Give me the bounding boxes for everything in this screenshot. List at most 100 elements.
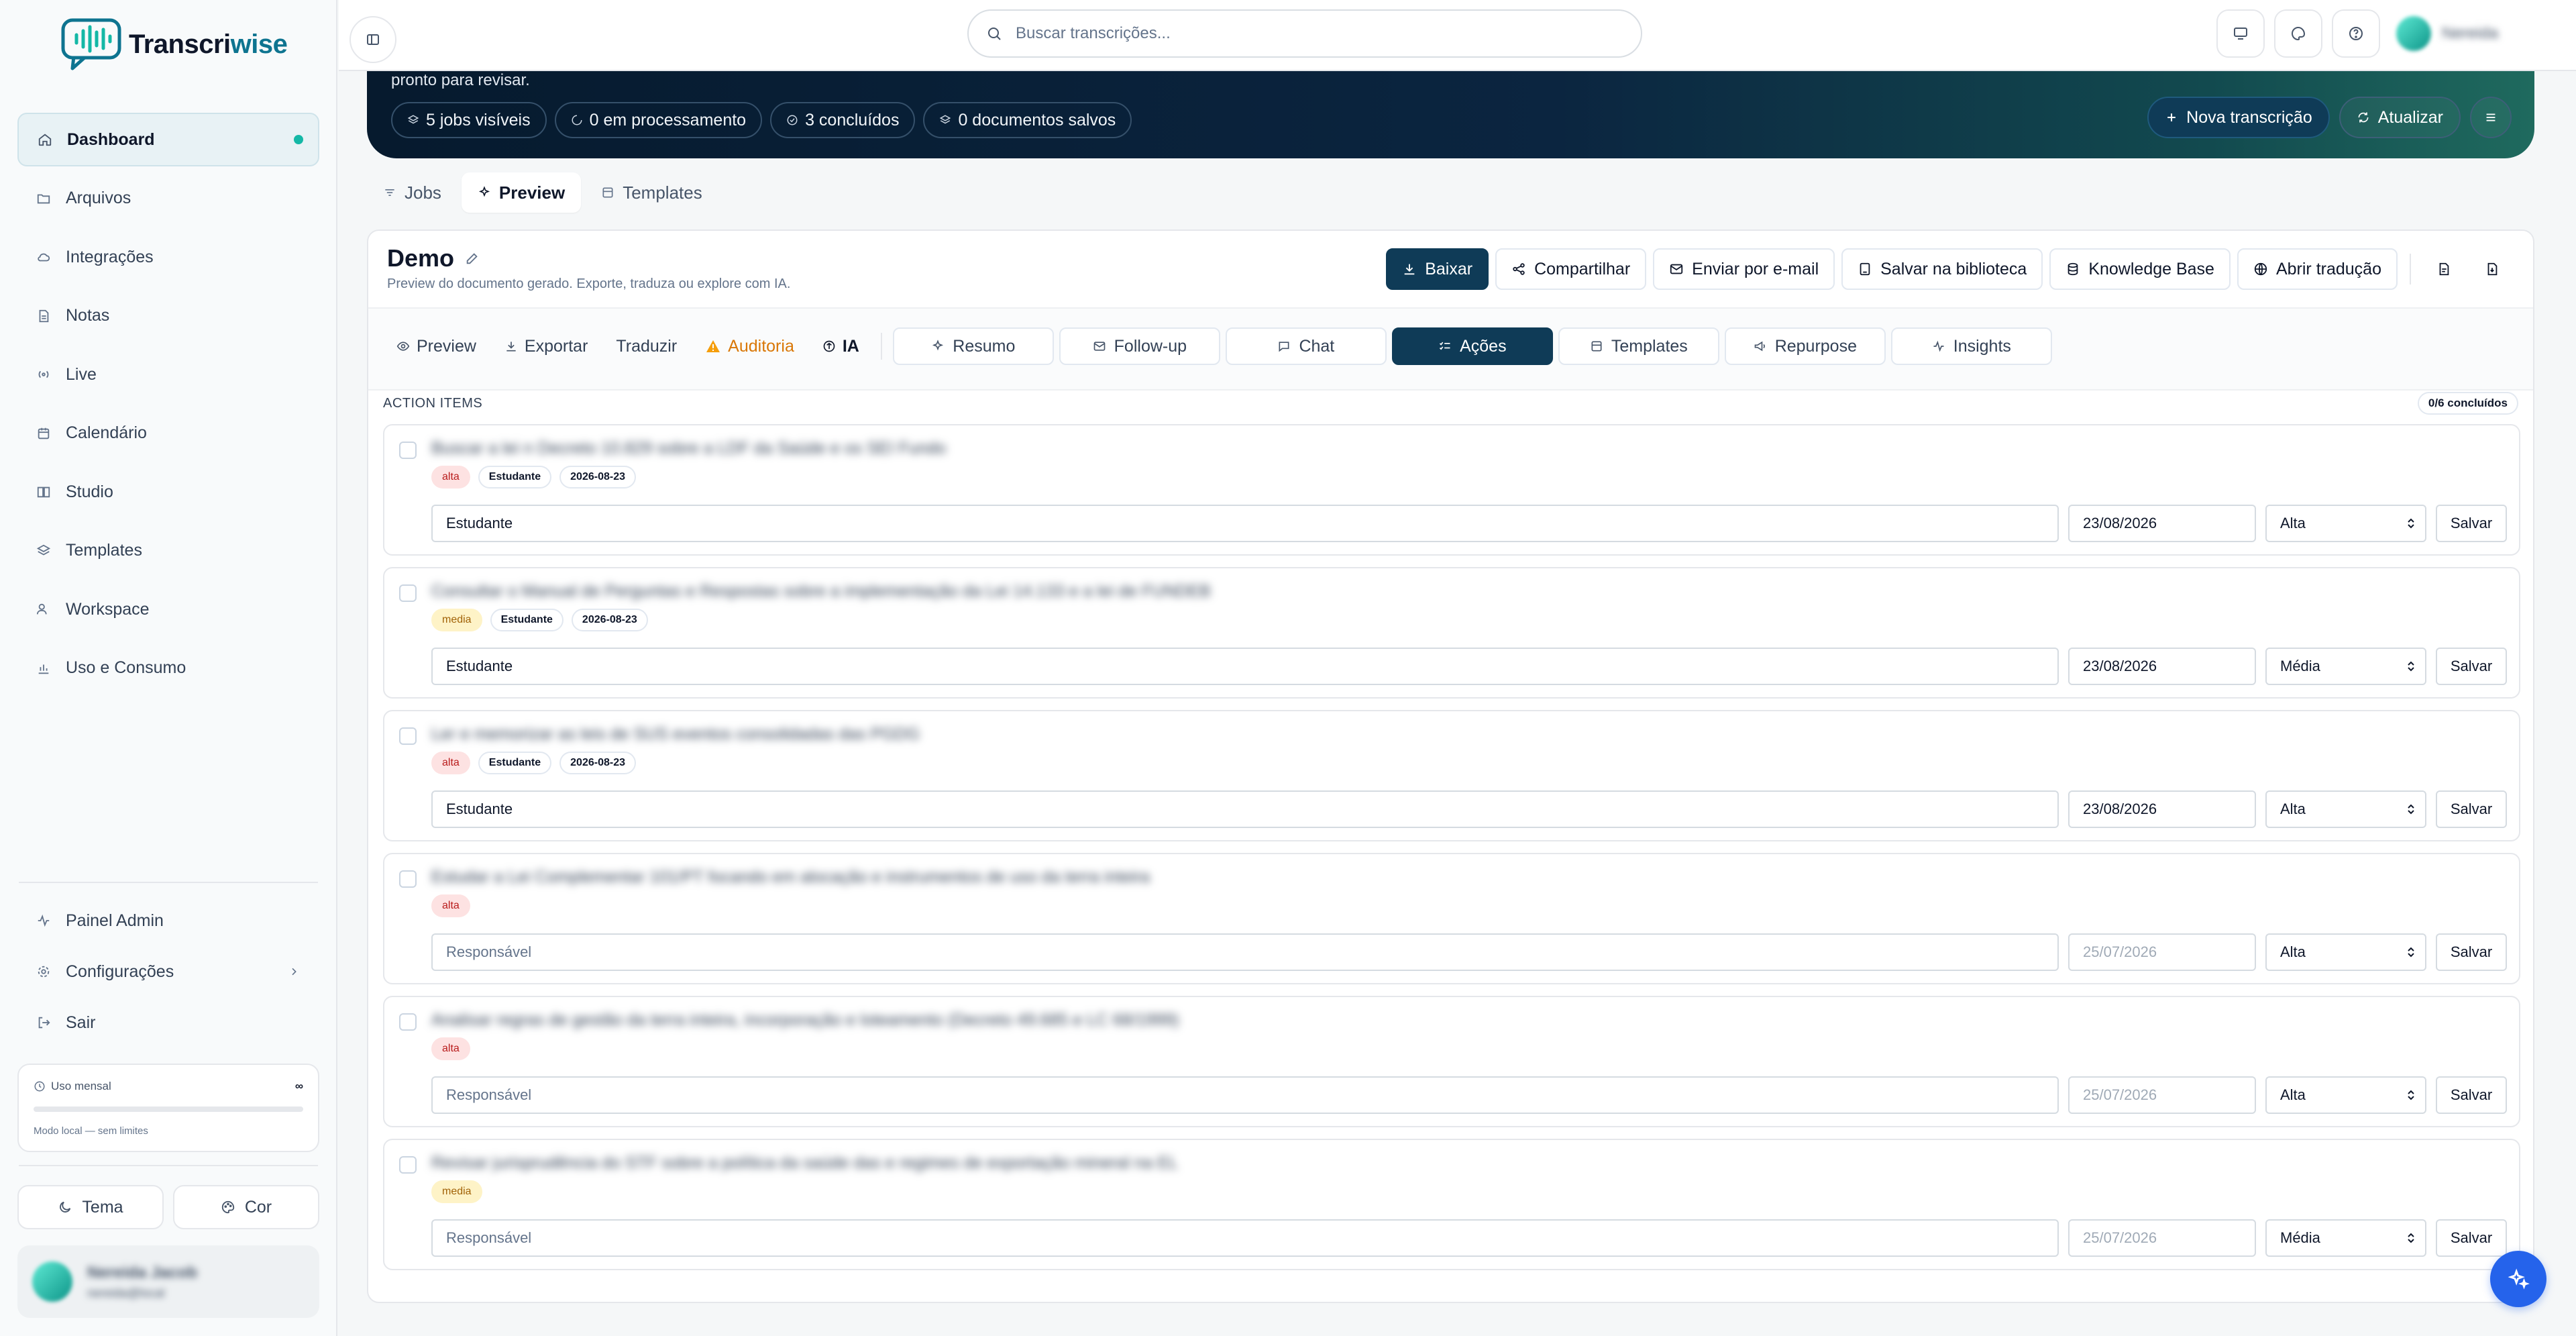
save-button[interactable]: Salvar (2436, 648, 2507, 685)
complete-checkbox[interactable] (399, 584, 417, 602)
complete-checkbox[interactable] (399, 1156, 417, 1174)
user-menu[interactable]: Nereida (2390, 9, 2524, 58)
export-doc-button[interactable] (2423, 248, 2465, 290)
sidebar-item-uso-consumo[interactable]: Uso e Consumo (17, 641, 319, 695)
subtab-resumo[interactable]: Resumo (892, 327, 1054, 365)
save-button[interactable]: Salvar (2436, 790, 2507, 828)
subtab-acoes[interactable]: Ações (1391, 327, 1553, 365)
action-item-title: Estudar a Lei Complementar 101/PT focand… (431, 868, 1150, 886)
monitor-button[interactable] (2216, 9, 2265, 58)
tab-preview[interactable]: Preview (461, 172, 582, 213)
subtab-chat[interactable]: Chat (1225, 327, 1387, 365)
action-item-title: Consultar o Manual de Perguntas e Respos… (431, 582, 1211, 601)
search-input[interactable]: Buscar transcrições... (967, 9, 1642, 58)
responsible-input[interactable]: Estudante (431, 790, 2059, 828)
complete-checkbox[interactable] (399, 870, 417, 888)
sidebar-item-label: Dashboard (67, 130, 155, 149)
sidebar-toggle-button[interactable] (350, 16, 396, 63)
sidebar-item-arquivos[interactable]: Arquivos (17, 172, 319, 225)
sidebar-item-admin[interactable]: Painel Admin (17, 895, 319, 946)
tab-jobs[interactable]: Jobs (367, 172, 458, 213)
layers-icon (36, 544, 51, 558)
sidebar-item-notas[interactable]: Notas (17, 289, 319, 343)
share-button[interactable]: Compartilhar (1495, 248, 1647, 290)
priority-select[interactable]: Alta (2265, 790, 2426, 828)
complete-checkbox[interactable] (399, 727, 417, 745)
due-date-input[interactable]: 23/08/2026 (2068, 648, 2256, 685)
complete-checkbox[interactable] (399, 1013, 417, 1031)
sidebar-item-templates[interactable]: Templates (17, 524, 319, 578)
menu-button[interactable] (2470, 97, 2512, 138)
subtab-audit[interactable]: Auditoria (693, 327, 806, 365)
divider (880, 333, 882, 360)
download-button[interactable]: Baixar (1386, 248, 1489, 290)
color-button[interactable]: Cor (173, 1185, 319, 1229)
responsible-input[interactable]: Responsável (431, 1219, 2059, 1257)
search-icon (986, 25, 1002, 42)
responsible-input[interactable]: Estudante (431, 648, 2059, 685)
profile-name: Nereida Jacob (87, 1263, 198, 1282)
document-card: Demo Preview do documento gerado. Export… (367, 229, 2534, 1303)
due-date-input[interactable]: 23/08/2026 (2068, 505, 2256, 542)
email-button[interactable]: Enviar por e-mail (1653, 248, 1835, 290)
subtab-follow-up[interactable]: Follow-up (1059, 327, 1220, 365)
subtab-translate[interactable]: Traduzir (604, 327, 689, 365)
subtab-export[interactable]: Exportar (492, 327, 600, 365)
edit-icon[interactable] (465, 251, 480, 266)
sidebar-item-integracoes[interactable]: Integrações (17, 230, 319, 284)
subtab-repurpose[interactable]: Repurpose (1724, 327, 1886, 365)
new-transcription-button[interactable]: Nova transcrição (2147, 97, 2330, 138)
theme-button[interactable]: Tema (17, 1185, 164, 1229)
chevron-updown-icon (2406, 803, 2416, 816)
save-button[interactable]: Salvar (2436, 505, 2507, 542)
logo[interactable]: Transcriwise (60, 17, 288, 71)
tab-label: Preview (498, 182, 566, 203)
due-date-input[interactable]: 25/07/2026 (2068, 933, 2256, 971)
subtab-insights[interactable]: Insights (1890, 327, 2052, 365)
save-button[interactable]: Salvar (2436, 933, 2507, 971)
action-item-title: Buscar a lei n Decreto 10.829 sobre a LD… (431, 439, 947, 458)
user-profile[interactable]: Nereida Jacob nereida@local (17, 1245, 319, 1318)
priority-select[interactable]: Alta (2265, 505, 2426, 542)
priority-select[interactable]: Média (2265, 1219, 2426, 1257)
sidebar-item-label: Studio (66, 482, 113, 501)
due-date-input[interactable]: 23/08/2026 (2068, 790, 2256, 828)
priority-select[interactable]: Alta (2265, 1076, 2426, 1114)
save-button[interactable]: Salvar (2436, 1219, 2507, 1257)
tab-templates[interactable]: Templates (585, 172, 718, 213)
subtab-ia[interactable]: IA (810, 327, 871, 365)
complete-checkbox[interactable] (399, 442, 417, 459)
subtab-templates[interactable]: Templates (1558, 327, 1719, 365)
action-item: Consultar o Manual de Perguntas e Respos… (383, 567, 2520, 699)
due-date-input[interactable]: 25/07/2026 (2068, 1076, 2256, 1114)
refresh-button[interactable]: Atualizar (2339, 97, 2461, 138)
knowledge-base-button[interactable]: Knowledge Base (2049, 248, 2231, 290)
save-button[interactable]: Salvar (2436, 1076, 2507, 1114)
sidebar-item-logout[interactable]: Sair (17, 997, 319, 1048)
list-icon (2483, 110, 2498, 125)
bookmark-icon (1858, 262, 1872, 276)
subtab-preview[interactable]: Preview (384, 327, 488, 365)
sidebar-item-workspace[interactable]: Workspace (17, 582, 319, 636)
help-button[interactable] (2332, 9, 2380, 58)
globe-icon (2253, 262, 2268, 276)
sidebar-item-calendario[interactable]: Calendário (17, 407, 319, 460)
sidebar-item-live[interactable]: Live (17, 348, 319, 401)
responsible-input[interactable]: Responsável (431, 1076, 2059, 1114)
warning-icon (705, 338, 721, 354)
priority-select[interactable]: Média (2265, 648, 2426, 685)
responsible-input[interactable]: Estudante (431, 505, 2059, 542)
open-translation-button[interactable]: Abrir tradução (2237, 248, 2398, 290)
subtab-label: Repurpose (1774, 336, 1857, 356)
ai-assistant-button[interactable] (2490, 1251, 2546, 1307)
priority-select[interactable]: Alta (2265, 933, 2426, 971)
export-pdf-button[interactable] (2471, 248, 2513, 290)
sidebar-item-dashboard[interactable]: Dashboard (17, 113, 319, 166)
usage-footnote: Modo local — sem limites (34, 1125, 148, 1137)
save-library-button[interactable]: Salvar na biblioteca (1841, 248, 2043, 290)
responsible-input[interactable]: Responsável (431, 933, 2059, 971)
sidebar-item-settings[interactable]: Configurações (17, 946, 319, 997)
due-date-input[interactable]: 25/07/2026 (2068, 1219, 2256, 1257)
sidebar-item-studio[interactable]: Studio (17, 465, 319, 519)
palette-button[interactable] (2274, 9, 2322, 58)
